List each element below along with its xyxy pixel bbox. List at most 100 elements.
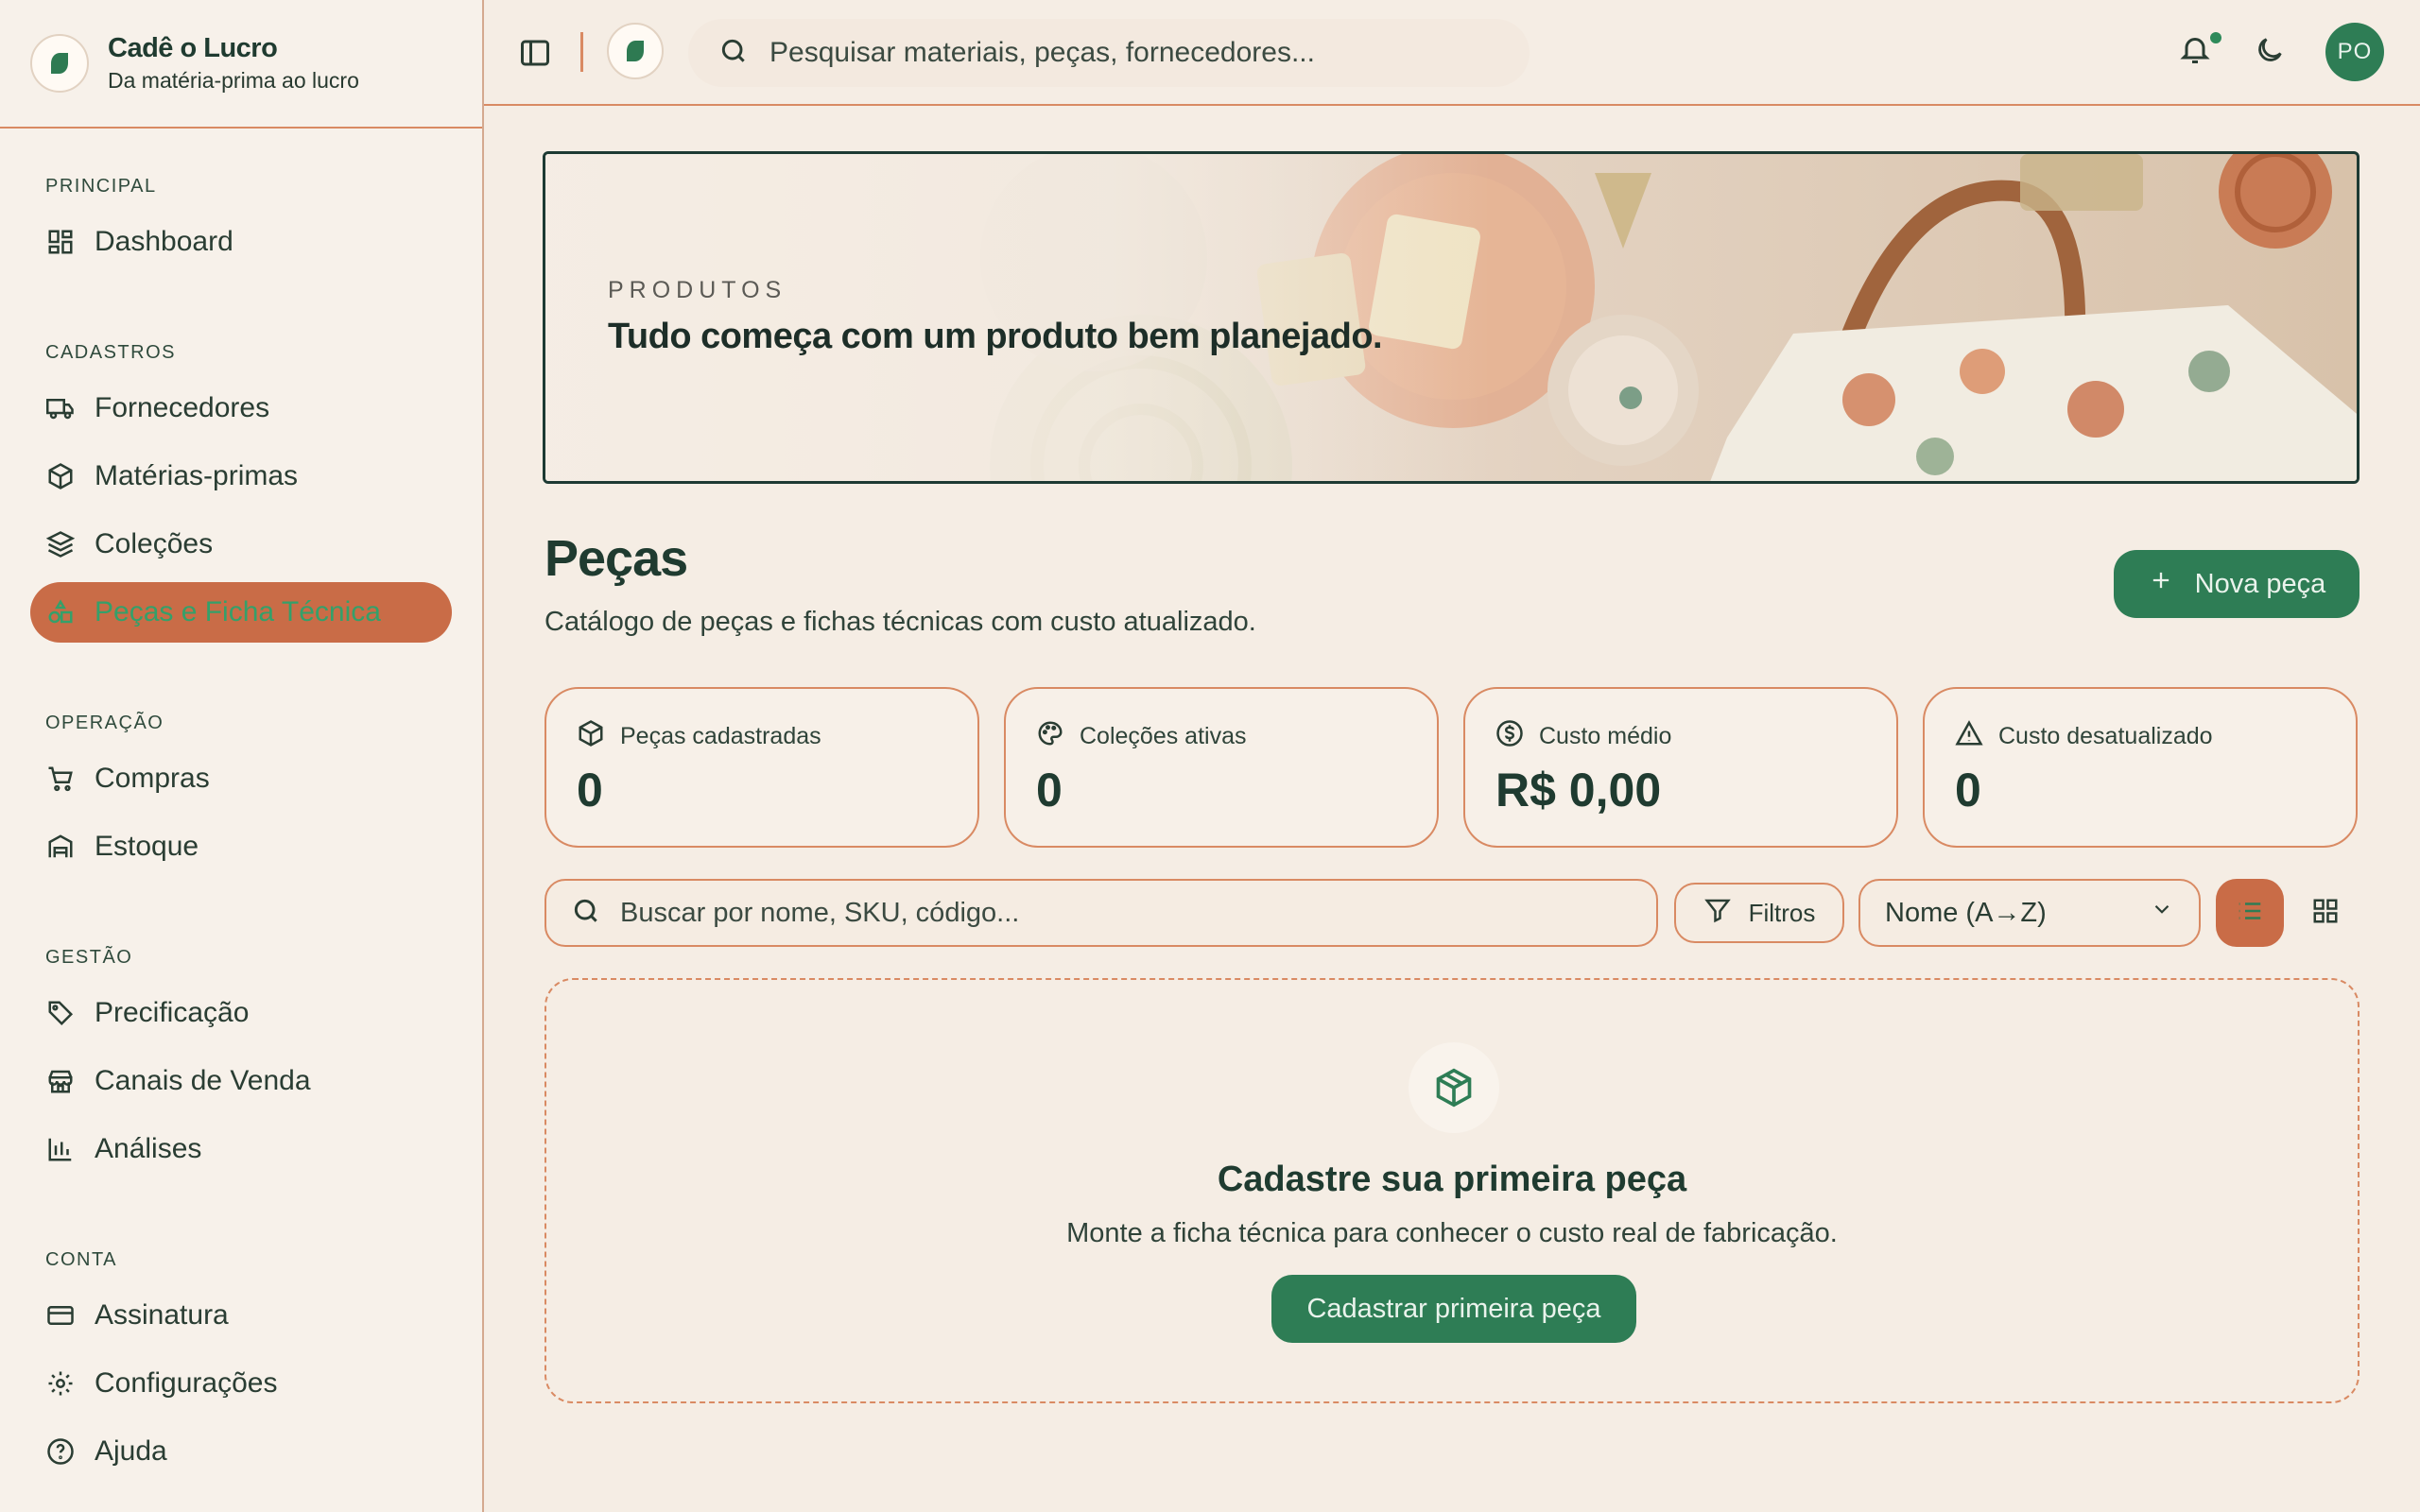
filter-icon [1703, 896, 1732, 931]
nav-heading-principal: PRINCIPAL [45, 176, 157, 197]
gear-icon [45, 1368, 76, 1399]
stat-card-pecas-cadastradas: Peças cadastradas 0 [544, 687, 979, 848]
sidebar-item-compras[interactable]: Compras [30, 748, 452, 809]
page-subtitle: Catálogo de peças e fichas técnicas com … [544, 607, 1256, 637]
sidebar-item-configuracoes[interactable]: Configurações [30, 1353, 452, 1414]
sidebar-item-label: Matérias-primas [95, 460, 299, 491]
filters-button[interactable]: Filtros [1674, 883, 1844, 943]
sidebar-item-label: Canais de Venda [95, 1065, 311, 1096]
nav-heading-gestao: GESTÃO [45, 947, 133, 968]
search-icon [571, 896, 601, 931]
sidebar-item-label: Precificação [95, 997, 250, 1028]
sidebar-item-label: Peças e Ficha Técnica [95, 596, 381, 627]
sidebar-item-materias-primas[interactable]: Matérias-primas [30, 446, 452, 507]
nav-heading-conta: CONTA [45, 1249, 118, 1270]
hero-banner: PRODUTOS Tudo começa com um produto bem … [543, 151, 2360, 484]
empty-state: Cadastre sua primeira peça Monte a ficha… [544, 978, 2360, 1403]
help-icon [45, 1436, 76, 1467]
sidebar-item-label: Assinatura [95, 1299, 229, 1331]
topbar-logo[interactable] [607, 23, 664, 79]
pieces-search-input[interactable]: Buscar por nome, SKU, código... [544, 879, 1658, 947]
list-icon [2236, 897, 2264, 930]
grid-view-button[interactable] [2291, 879, 2360, 947]
brand-subtitle: Da matéria-prima ao lucro [108, 68, 359, 93]
stat-label: Custo médio [1539, 723, 1672, 749]
credit-card-icon [45, 1300, 76, 1331]
sidebar: Cadê o Lucro Da matéria-prima ao lucro P… [0, 0, 484, 1512]
filters-label: Filtros [1748, 898, 1816, 927]
banner-eyebrow: PRODUTOS [608, 277, 787, 303]
sidebar-item-label: Ajuda [95, 1435, 167, 1467]
search-placeholder: Pesquisar materiais, peças, fornecedores… [769, 37, 1315, 68]
stat-card-custo-desatualizado: Custo desatualizado 0 [1923, 687, 2358, 848]
stat-label: Custo desatualizado [1998, 723, 2213, 749]
stat-value: 0 [577, 764, 603, 816]
topbar: Pesquisar materiais, peças, fornecedores… [484, 0, 2420, 106]
sidebar-item-label: Fornecedores [95, 392, 270, 423]
sort-select[interactable]: Nome (A→Z) [1858, 879, 2201, 947]
avatar[interactable]: PO [2325, 23, 2384, 81]
sidebar-item-canais-de-venda[interactable]: Canais de Venda [30, 1051, 452, 1111]
sidebar-item-label: Estoque [95, 831, 199, 862]
shapes-icon [45, 597, 76, 627]
sidebar-item-estoque[interactable]: Estoque [30, 816, 452, 877]
banner-title: Tudo começa com um produto bem planejado… [608, 317, 1383, 356]
bar-chart-icon [45, 1134, 76, 1164]
box-icon [577, 719, 605, 754]
stat-label: Peças cadastradas [620, 723, 821, 749]
sidebar-item-colecoes[interactable]: Coleções [30, 514, 452, 575]
nav-heading-cadastros: CADASTROS [45, 342, 176, 363]
list-view-button[interactable] [2216, 879, 2284, 947]
store-icon [45, 1066, 76, 1096]
truck-icon [45, 393, 76, 423]
dashboard-icon [45, 227, 76, 257]
stat-value: R$ 0,00 [1495, 764, 1662, 816]
box-icon [45, 461, 76, 491]
nav-heading-operacao: OPERAÇÃO [45, 713, 164, 733]
global-search-input[interactable]: Pesquisar materiais, peças, fornecedores… [688, 19, 1530, 87]
sidebar-item-analises[interactable]: Análises [30, 1119, 452, 1179]
plus-icon [2148, 567, 2174, 601]
stat-card-colecoes-ativas: Coleções ativas 0 [1004, 687, 1439, 848]
stat-card-custo-medio: Custo médio R$ 0,00 [1463, 687, 1898, 848]
sidebar-item-pecas[interactable]: Peças e Ficha Técnica [30, 582, 452, 643]
new-piece-label: Nova peça [2194, 568, 2326, 599]
brand[interactable]: Cadê o Lucro Da matéria-prima ao lucro [0, 0, 482, 129]
sidebar-item-precificacao[interactable]: Precificação [30, 983, 452, 1043]
sort-value: Nome (A→Z) [1885, 897, 2047, 928]
sidebar-item-label: Coleções [95, 528, 214, 559]
tag-icon [45, 998, 76, 1028]
notification-dot [2210, 32, 2221, 43]
new-piece-button[interactable]: Nova peça [2114, 550, 2360, 618]
layers-icon [45, 529, 76, 559]
create-first-piece-button[interactable]: Cadastrar primeira peça [1271, 1275, 1636, 1343]
grid-icon [2311, 897, 2340, 930]
theme-toggle-button[interactable] [2254, 34, 2290, 70]
page-title: Peças [544, 530, 688, 587]
sidebar-toggle-button[interactable] [518, 36, 552, 70]
topbar-divider [580, 32, 583, 72]
brand-title: Cadê o Lucro [108, 33, 278, 63]
sidebar-item-fornecedores[interactable]: Fornecedores [30, 378, 452, 438]
brand-logo [30, 34, 89, 93]
box-icon [1409, 1042, 1499, 1133]
stat-value: 0 [1036, 764, 1063, 816]
sidebar-item-ajuda[interactable]: Ajuda [30, 1421, 452, 1482]
sidebar-item-label: Configurações [95, 1367, 278, 1399]
sidebar-item-label: Compras [95, 763, 210, 794]
cart-icon [45, 764, 76, 794]
sidebar-item-label: Dashboard [95, 226, 233, 257]
warning-icon [1955, 719, 1983, 754]
chevron-down-icon [2150, 897, 2174, 929]
stat-label: Coleções ativas [1080, 723, 1247, 749]
empty-state-subtitle: Monte a ficha técnica para conhecer o cu… [1066, 1218, 1838, 1248]
palette-icon [1036, 719, 1064, 754]
stat-value: 0 [1955, 764, 1981, 816]
dollar-icon [1495, 719, 1524, 754]
sidebar-item-dashboard[interactable]: Dashboard [30, 212, 452, 272]
empty-state-title: Cadastre sua primeira peça [1217, 1160, 1687, 1199]
sidebar-item-assinatura[interactable]: Assinatura [30, 1285, 452, 1346]
search-placeholder: Buscar por nome, SKU, código... [620, 897, 1020, 928]
sidebar-item-label: Análises [95, 1133, 202, 1164]
warehouse-icon [45, 832, 76, 862]
